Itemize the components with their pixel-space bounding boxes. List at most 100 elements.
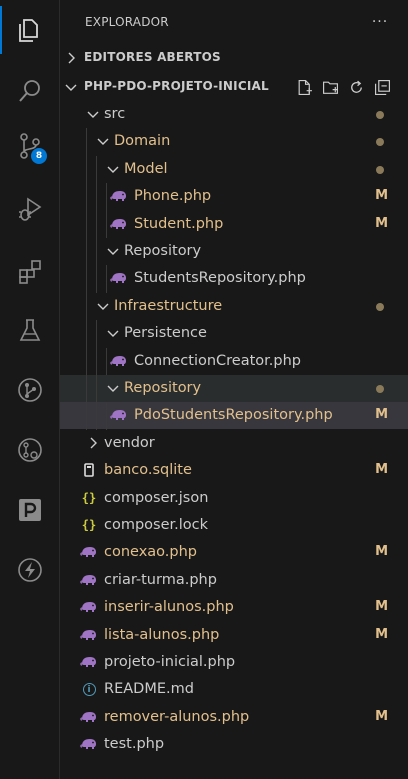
info-icon: i <box>80 681 98 697</box>
php-file-icon <box>80 599 98 615</box>
tree-folder-repository[interactable]: Repository <box>60 375 408 402</box>
search-icon[interactable] <box>0 67 60 115</box>
tree-item-label: banco.sqlite <box>104 462 192 479</box>
modified-dot-indicator <box>376 165 384 174</box>
git-graph-icon[interactable] <box>0 366 60 414</box>
open-editors-section[interactable]: EDITORES ABERTOS <box>60 47 408 69</box>
run-debug-icon[interactable] <box>0 185 60 233</box>
explorer-icon-glyph <box>19 19 38 42</box>
tree-folder-model[interactable]: Model <box>60 156 408 183</box>
chevron-down-icon <box>65 84 77 91</box>
tree-file-studentsrepository-php[interactable]: StudentsRepository.php <box>60 265 408 292</box>
php-file-icon <box>110 353 128 369</box>
more-actions-icon[interactable]: ··· <box>368 10 392 34</box>
indent-guide <box>96 155 97 293</box>
chevron-down-icon <box>97 138 109 146</box>
tree-folder-vendor[interactable]: vendor <box>60 430 408 457</box>
tree-file-projeto-inicial-php[interactable]: projeto-inicial.php <box>60 649 408 676</box>
new-file-icon[interactable] <box>293 76 315 98</box>
tree-file-inserir-alunos-php[interactable]: inserir-alunos.php M <box>60 594 408 621</box>
explorer-header: EXPLORADOR ··· <box>60 0 408 45</box>
tree-item-label: Infraestructure <box>114 297 223 314</box>
modified-dot-indicator <box>376 302 384 311</box>
tree-item-label: ConnectionCreator.php <box>134 352 302 369</box>
tree-item-label: conexao.php <box>104 544 197 561</box>
php-file-icon <box>80 709 98 725</box>
extensions-icon-glyph <box>19 260 41 284</box>
tree-item-label: Phone.php <box>134 188 212 205</box>
tree-item-label: src <box>104 106 126 122</box>
explorer-icon[interactable] <box>0 6 60 54</box>
tree-folder-repository[interactable]: Repository <box>60 238 408 265</box>
tree-file-pdostudentsrepository-php[interactable]: PdoStudentsRepository.php M <box>60 402 408 430</box>
indent-guide <box>106 265 107 293</box>
chevron-right-icon <box>68 52 75 64</box>
git-status-badge: M <box>375 544 388 560</box>
php-file-icon <box>80 654 98 670</box>
chevron-down-icon <box>107 385 119 392</box>
project-actions <box>293 76 393 98</box>
tree-file-lista-alunos-php[interactable]: lista-alunos.php M <box>60 622 408 649</box>
chevron-down-icon <box>107 166 119 173</box>
git-status-badge: M <box>375 708 388 724</box>
pull-requests-icon[interactable] <box>0 426 60 474</box>
tree-file-phone-php[interactable]: Phone.php M <box>60 183 408 210</box>
thunder-icon-glyph <box>18 558 42 582</box>
tree-file-readme-md[interactable]: i README.md <box>60 676 408 703</box>
source-control-badge: 8 <box>31 148 47 164</box>
tree-folder-src[interactable]: src <box>60 101 408 128</box>
tree-item-label: criar-turma.php <box>104 571 217 588</box>
tree-file-criar-turma-php[interactable]: criar-turma.php <box>60 567 408 594</box>
git-status-badge: M <box>375 407 388 423</box>
search-icon-glyph <box>19 80 40 102</box>
project-section[interactable]: PHP-PDO-PROJETO-INICIAL <box>60 76 408 98</box>
testing-icon-glyph <box>19 319 41 341</box>
thunder-icon[interactable] <box>0 546 60 594</box>
tree-file-remover-alunos-php[interactable]: remover-alunos.php M <box>60 704 408 731</box>
tree-item-label: Persistence <box>124 325 207 342</box>
tree-folder-domain[interactable]: Domain <box>60 128 408 155</box>
tree-file-composer-lock[interactable]: {} composer.lock <box>60 512 408 539</box>
tree-file-student-php[interactable]: Student.php M <box>60 211 408 238</box>
modified-dot-indicator <box>376 385 384 393</box>
tree-item-label: inserir-alunos.php <box>104 599 234 616</box>
tree-file-conexao-php[interactable]: conexao.php M <box>60 539 408 566</box>
json-braces-icon: {} <box>81 518 97 532</box>
chevron-down-icon <box>87 111 99 118</box>
tree-file-banco-sqlite[interactable]: banco.sqlite M <box>60 457 408 484</box>
tree-folder-infraestructure[interactable]: Infraestructure <box>60 293 408 320</box>
source-control-icon[interactable]: 8 <box>0 122 60 170</box>
chevron-down-icon <box>107 248 119 255</box>
pocket-p-icon[interactable] <box>0 486 60 534</box>
git-graph-icon-glyph <box>18 378 42 402</box>
tree-file-test-php[interactable]: test.php <box>60 731 408 758</box>
chevron-down-icon <box>97 303 109 310</box>
php-file-icon <box>80 627 98 643</box>
tree-item-label: test.php <box>104 736 165 753</box>
tree-item-label: vendor <box>104 434 155 451</box>
refresh-icon[interactable] <box>345 76 367 98</box>
new-folder-icon[interactable] <box>319 76 341 98</box>
php-file-icon <box>80 572 98 588</box>
tree-item-label: composer.lock <box>104 517 209 533</box>
project-label: PHP-PDO-PROJETO-INICIAL <box>84 79 269 93</box>
tree-item-label: Repository <box>124 380 202 396</box>
extensions-icon[interactable] <box>0 248 60 296</box>
tree-item-label: Student.php <box>134 215 224 232</box>
indent-guide <box>96 320 97 430</box>
tree-file-composer-json[interactable]: {} composer.json <box>60 485 408 512</box>
chevron-down-icon <box>107 330 119 338</box>
json-braces-icon: {} <box>81 490 97 505</box>
tree-item-label: Model <box>124 160 168 177</box>
modified-dot-indicator <box>376 111 384 119</box>
tree-item-label: README.md <box>104 681 194 698</box>
testing-icon[interactable] <box>0 307 60 355</box>
pull-requests-icon-glyph <box>18 438 42 462</box>
collapse-all-icon[interactable] <box>371 76 393 98</box>
explorer-title: EXPLORADOR <box>85 15 169 29</box>
database-file-icon <box>80 462 98 478</box>
tree-file-connectioncreator-php[interactable]: ConnectionCreator.php <box>60 348 408 375</box>
open-editors-label: EDITORES ABERTOS <box>84 50 221 64</box>
php-file-icon <box>110 270 128 286</box>
tree-folder-persistence[interactable]: Persistence <box>60 320 408 347</box>
